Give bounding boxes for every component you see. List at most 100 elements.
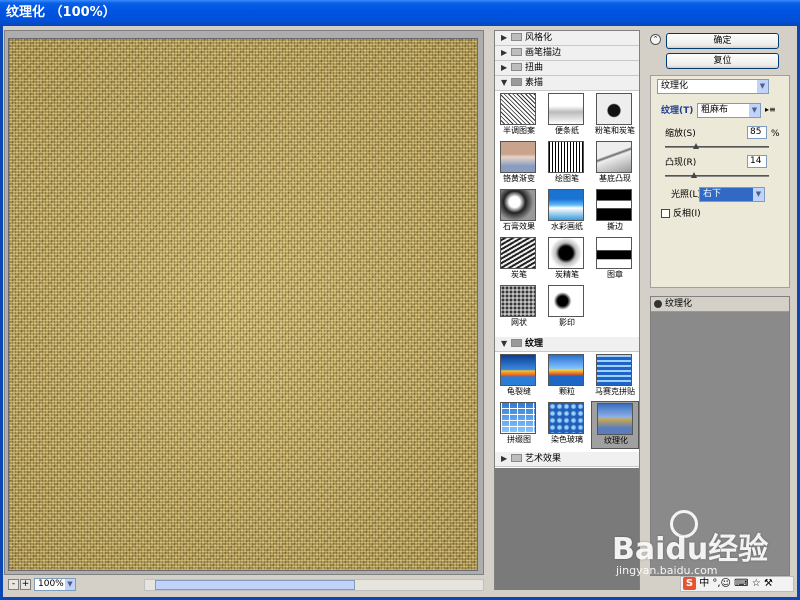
thumb-image xyxy=(500,402,536,434)
folder-icon xyxy=(511,63,522,71)
preview-zoom-bar: - + 100% ▼ xyxy=(8,578,484,592)
filter-thumb[interactable]: 炭笔 xyxy=(495,236,543,284)
ok-label: 确定 xyxy=(713,36,732,46)
filter-select[interactable]: 纹理化 ▼ xyxy=(657,79,769,94)
ok-button[interactable]: 确定 xyxy=(666,33,779,49)
filter-thumb[interactable]: 便条纸 xyxy=(543,92,591,140)
folder-icon xyxy=(511,454,522,462)
light-select[interactable]: 右下 ▼ xyxy=(699,187,765,202)
filter-gallery: ▶ 风格化 ▶ 画笔描边 ▶ 扭曲 ▼ 素描 半调图案 便条纸 粉笔和炭笔 铬黄渐变 绘… xyxy=(494,30,640,590)
thumb-image xyxy=(548,285,584,317)
relief-slider[interactable] xyxy=(665,172,769,178)
light-select-value: 右下 xyxy=(703,189,722,199)
chevron-down-icon: ▼ xyxy=(753,188,764,201)
category-label: 画笔描边 xyxy=(525,48,562,58)
texture-menu-icon[interactable]: ▸≡ xyxy=(765,105,776,114)
invert-checkbox[interactable] xyxy=(661,209,670,218)
category-label: 艺术效果 xyxy=(525,454,562,464)
category-sketch[interactable]: ▼ 素描 xyxy=(495,76,639,91)
triangle-right-icon: ▶ xyxy=(501,454,508,463)
category-artistic[interactable]: ▶ 艺术效果 xyxy=(495,452,639,467)
filter-thumb[interactable]: 粉笔和炭笔 xyxy=(591,92,639,140)
filter-thumb[interactable]: 半调图案 xyxy=(495,92,543,140)
scaling-slider[interactable] xyxy=(665,143,769,149)
reset-button[interactable]: 复位 xyxy=(666,53,779,69)
filter-label: 马赛克拼贴 xyxy=(595,387,635,396)
filter-label: 颗粒 xyxy=(559,387,575,396)
filter-label: 基底凸现 xyxy=(599,174,631,183)
effect-layer-label: 纹理化 xyxy=(665,299,693,309)
filter-label: 便条纸 xyxy=(555,126,579,135)
filter-thumb[interactable]: 铬黄渐变 xyxy=(495,140,543,188)
thumb-image xyxy=(500,237,536,269)
zoom-in-label: + xyxy=(21,579,30,589)
preview-canvas[interactable] xyxy=(8,38,478,571)
filter-thumb[interactable]: 绘图笔 xyxy=(543,140,591,188)
relief-value: 14 xyxy=(750,156,762,166)
category-stylize[interactable]: ▶ 风格化 xyxy=(495,31,639,46)
filter-thumb[interactable]: 龟裂缝 xyxy=(495,353,543,401)
triangle-right-icon: ▶ xyxy=(501,33,508,42)
texture-select[interactable]: 粗麻布 ▼ xyxy=(697,103,761,118)
scaling-slider-knob[interactable] xyxy=(693,143,700,149)
window-title-bar: 纹理化 （100%） xyxy=(0,0,800,26)
settings-panel: ⌃ 确定 复位 纹理化 ▼ 纹理(T) 粗麻布 ▼ ▸≡ 缩放(S) 85 % … xyxy=(646,30,794,590)
filter-thumb[interactable]: 马赛克拼贴 xyxy=(591,353,639,401)
zoom-out-button[interactable]: - xyxy=(8,579,19,590)
folder-open-icon xyxy=(511,78,522,86)
zoom-in-button[interactable]: + xyxy=(20,579,31,590)
preview-horizontal-scrollbar[interactable] xyxy=(144,579,484,591)
thumb-image xyxy=(500,354,536,386)
relief-field[interactable]: 14 xyxy=(747,155,767,168)
thumb-image xyxy=(596,237,632,269)
thumb-image xyxy=(596,93,632,125)
thumb-image xyxy=(596,189,632,221)
filter-label: 粉笔和炭笔 xyxy=(595,126,635,135)
eye-icon[interactable] xyxy=(654,300,662,308)
watermark-brand: Baidu经验 xyxy=(612,532,769,567)
thumb-image xyxy=(548,141,584,173)
zoom-value: 100% xyxy=(38,579,64,589)
filter-thumb[interactable]: 炭精笔 xyxy=(543,236,591,284)
category-label: 风格化 xyxy=(525,33,553,43)
folder-icon xyxy=(511,48,522,56)
triangle-down-icon: ▼ xyxy=(501,339,508,348)
filter-label: 石膏效果 xyxy=(503,222,535,231)
filter-label: 影印 xyxy=(559,318,575,327)
filter-thumb[interactable]: 颗粒 xyxy=(543,353,591,401)
filter-thumb[interactable]: 影印 xyxy=(543,284,591,332)
filter-select-value: 纹理化 xyxy=(661,81,689,91)
filter-label: 绘图笔 xyxy=(555,174,579,183)
filter-thumb[interactable]: 基底凸现 xyxy=(591,140,639,188)
scrollbar-thumb[interactable] xyxy=(155,580,355,590)
zoom-out-label: - xyxy=(11,579,16,589)
category-brush-strokes[interactable]: ▶ 画笔描边 xyxy=(495,46,639,61)
effect-layer-row[interactable]: 纹理化 xyxy=(651,297,789,312)
filter-thumb[interactable]: 染色玻璃 xyxy=(543,401,591,449)
thumb-image xyxy=(548,402,584,434)
filter-thumb[interactable]: 水彩画纸 xyxy=(543,188,591,236)
filter-label: 炭精笔 xyxy=(555,270,579,279)
thumb-image xyxy=(500,285,536,317)
thumb-image xyxy=(548,354,584,386)
category-texture[interactable]: ▼ 纹理 xyxy=(495,337,639,352)
filter-thumb[interactable]: 网状 xyxy=(495,284,543,332)
filter-label: 水彩画纸 xyxy=(551,222,583,231)
filter-thumb-selected[interactable]: 纹理化 xyxy=(591,401,639,449)
collapse-icon[interactable]: ⌃ xyxy=(650,34,661,45)
thumb-image xyxy=(500,189,536,221)
relief-slider-knob[interactable] xyxy=(691,172,698,178)
watermark: Baidu经验 jingyan.baidu.com xyxy=(612,510,792,580)
filter-thumb[interactable]: 拼缀图 xyxy=(495,401,543,449)
filter-thumb[interactable]: 图章 xyxy=(591,236,639,284)
category-distort[interactable]: ▶ 扭曲 xyxy=(495,61,639,76)
filter-thumb[interactable]: 撕边 xyxy=(591,188,639,236)
sogou-icon[interactable]: S xyxy=(683,577,696,590)
scaling-field[interactable]: 85 xyxy=(747,126,767,139)
texture-label: 纹理(T) xyxy=(661,106,694,116)
thumb-image xyxy=(597,403,633,435)
filter-label: 纹理化 xyxy=(604,436,628,445)
filter-thumb[interactable]: 石膏效果 xyxy=(495,188,543,236)
zoom-select[interactable]: 100% ▼ xyxy=(34,578,76,591)
ime-toolbar: S 中 °,☺ ⌨ ☆ ⚒ xyxy=(680,576,794,592)
